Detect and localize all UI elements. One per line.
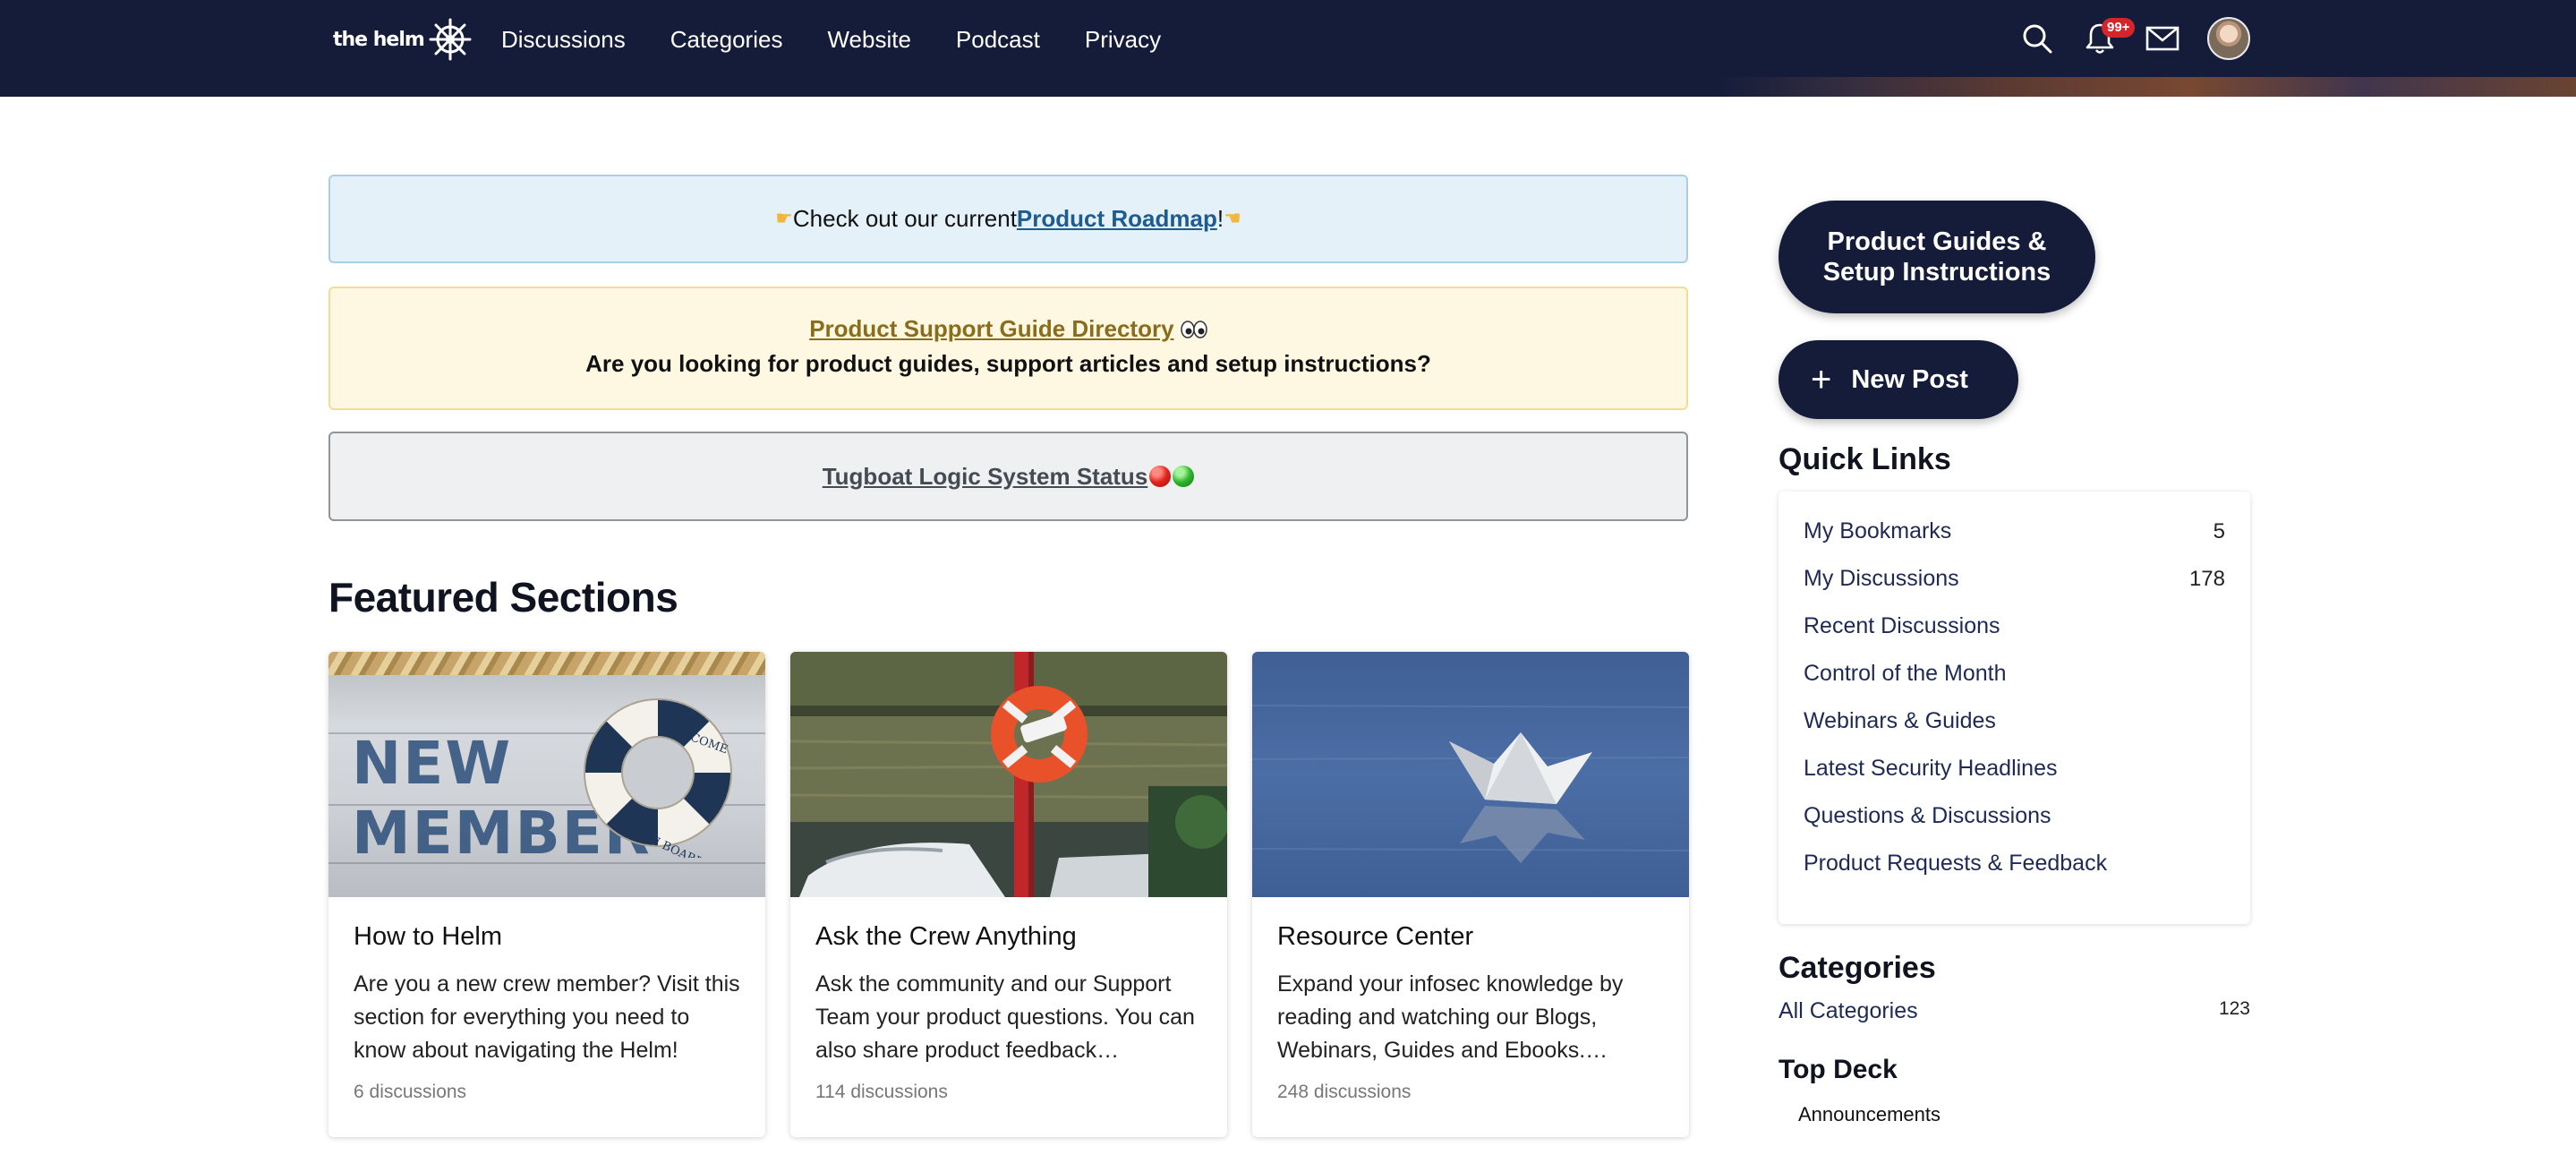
quick-link-count: 5 [2213,519,2225,543]
plus-icon: + [1811,360,1832,399]
eyes-icon [1181,321,1207,338]
support-guide-banner: Product Support Guide Directory Are you … [328,287,1688,410]
header-hero-image-strip [1717,77,2576,97]
nav-podcast[interactable]: Podcast [956,21,1040,57]
product-roadmap-link[interactable]: Product Roadmap [1017,205,1217,233]
rope-decoration [328,652,765,675]
search-icon [2023,24,2052,54]
mail-icon [2145,26,2179,51]
card-title[interactable]: Resource Center [1277,922,1664,952]
quick-link-product-requests[interactable]: Product Requests & Feedback [1804,840,2225,887]
nav-categories[interactable]: Categories [670,21,783,57]
card-discussion-count: 6 discussions [354,1082,467,1102]
messages-button[interactable] [2145,16,2180,61]
all-categories-count: 123 [2218,998,2250,1019]
featured-sections-title: Featured Sections [328,574,678,620]
quick-link-label: My Bookmarks [1804,518,1952,543]
quick-links-title: Quick Links [1778,442,1951,476]
roadmap-banner: ☛ Check out our current Product Roadmap!… [328,175,1688,263]
paper-boat-image [1252,652,1689,897]
harbor-scene-illustration [790,652,1227,897]
site-logo[interactable]: the helm [333,13,473,66]
card-discussion-count: 248 discussions [1277,1082,1412,1102]
main-content: ☛ Check out our current Product Roadmap!… [328,175,1689,1137]
ship-wheel-icon [429,18,472,61]
header-actions: 99+ [2019,16,2250,61]
card-title[interactable]: Ask the Crew Anything [815,922,1202,952]
green-status-icon [1173,466,1195,487]
pointing-left-hand-icon: ☚ [1224,208,1241,230]
quick-link-label: Latest Security Headlines [1804,756,2058,781]
quick-link-webinars-guides[interactable]: Webinars & Guides [1804,697,2225,745]
all-categories-link[interactable]: All Categories 123 [1778,998,2250,1024]
card-discussion-count: 114 discussions [815,1082,948,1102]
nav-privacy[interactable]: Privacy [1085,21,1161,57]
red-status-icon [1149,466,1172,487]
new-post-label: New Post [1851,364,1968,394]
search-button[interactable] [2019,16,2055,61]
system-status-banner: Tugboat Logic System Status [328,432,1688,521]
top-navigation-bar: the helm Discussions Categories Website … [0,0,2576,97]
card-description: Expand your infosec knowledge by reading… [1277,971,1624,1063]
quick-link-label: My Discussions [1804,566,1959,591]
quick-link-label: Product Requests & Feedback [1804,851,2108,876]
support-guide-directory-link[interactable]: Product Support Guide Directory [809,315,1173,342]
paper-boat-illustration [1252,705,1689,863]
harbor-lifebuoy-image [790,652,1227,897]
featured-card-ask-the-crew[interactable]: Ask the Crew Anything Ask the community … [790,652,1227,1137]
quick-link-my-bookmarks[interactable]: My Bookmarks 5 [1804,508,2225,555]
user-avatar[interactable] [2207,17,2250,60]
roadmap-banner-suffix: ! [1216,205,1224,232]
nav-discussions[interactable]: Discussions [501,21,626,57]
quick-link-label: Control of the Month [1804,661,2007,686]
featured-card-resource-center[interactable]: Resource Center Expand your infosec know… [1252,652,1689,1137]
quick-link-my-discussions[interactable]: My Discussions 178 [1804,555,2225,603]
notification-count-badge: 99+ [2102,18,2136,38]
top-deck-item-announcements[interactable]: Announcements [1798,1103,2250,1126]
new-post-button[interactable]: + New Post [1778,340,2018,419]
quick-link-security-headlines[interactable]: Latest Security Headlines [1804,745,2225,792]
roadmap-banner-prefix: Check out our current [792,205,1017,232]
quick-link-recent-discussions[interactable]: Recent Discussions [1804,603,2225,650]
logo-text: the helm [333,28,425,51]
product-guides-button[interactable]: Product Guides & Setup Instructions [1778,201,2095,313]
system-status-link[interactable]: Tugboat Logic System Status [823,463,1148,491]
sidebar: Product Guides & Setup Instructions + Ne… [1778,201,2250,1126]
quick-link-count: 178 [2188,567,2225,591]
quick-links-panel: My Bookmarks 5 My Discussions 178 Recent… [1778,492,2250,924]
pointing-right-hand-icon: ☛ [775,208,793,230]
nav-website[interactable]: Website [827,21,910,57]
lifebuoy-icon: WELCOME ON BOARD [584,698,732,858]
new-member-image: NEW MEMBER WELCOME ON BOARD [328,652,765,897]
all-categories-label: All Categories [1778,998,1918,1023]
card-description: Ask the community and our Support Team y… [815,971,1195,1063]
notifications-button[interactable]: 99+ [2082,16,2136,61]
featured-cards: NEW MEMBER WELCOME ON BOARD How to Helm … [328,652,1689,1137]
main-nav: Discussions Categories Website Podcast P… [501,21,1161,57]
quick-link-label: Questions & Discussions [1804,803,2051,828]
quick-link-control-of-the-month[interactable]: Control of the Month [1804,650,2225,697]
quick-link-label: Webinars & Guides [1804,708,1996,733]
featured-card-how-to-helm[interactable]: NEW MEMBER WELCOME ON BOARD How to Helm … [328,652,765,1137]
support-guide-subtitle: Are you looking for product guides, supp… [585,350,1431,377]
top-deck-title: Top Deck [1778,1055,1898,1084]
categories-title: Categories [1778,951,1936,985]
quick-link-questions-discussions[interactable]: Questions & Discussions [1804,792,2225,840]
card-title[interactable]: How to Helm [354,922,740,952]
card-description: Are you a new crew member? Visit this se… [354,971,740,1063]
quick-link-label: Recent Discussions [1804,613,2000,638]
